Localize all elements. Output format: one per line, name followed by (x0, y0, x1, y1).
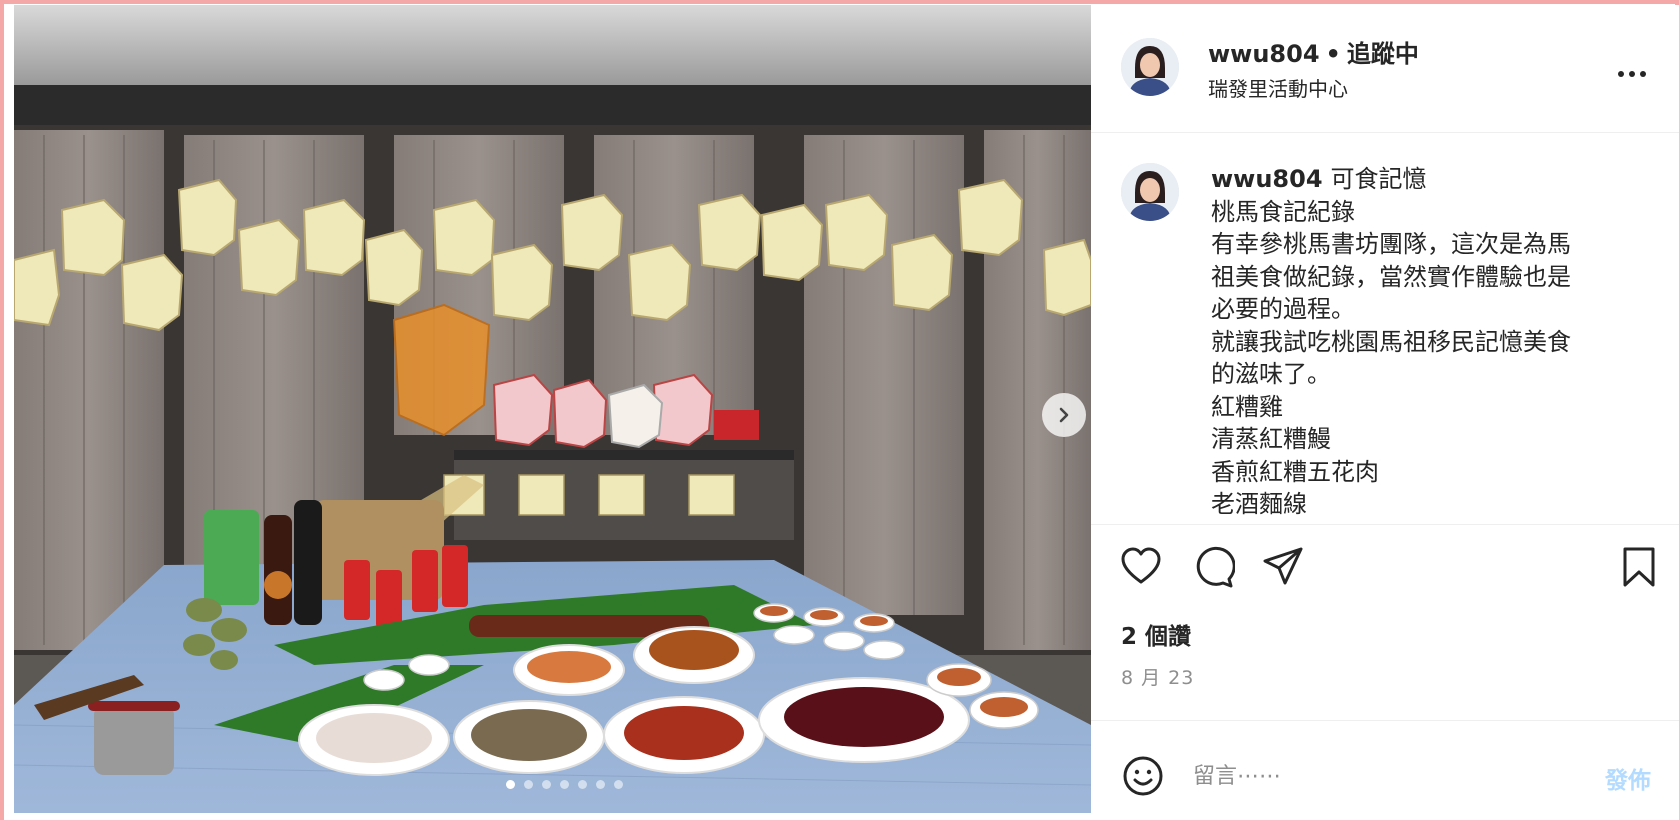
caption-line: 老酒麵線 (1211, 490, 1307, 518)
carousel-dot (542, 780, 551, 789)
heart-icon (1121, 547, 1161, 584)
carousel-dot (524, 780, 533, 789)
caption-line: 紅糟雞 (1211, 392, 1283, 421)
caption-line: 就讓我試吃桃園馬祖移民記憶美食 (1211, 327, 1571, 356)
likes-count[interactable]: 2 個讚 (1121, 617, 1191, 651)
caption-line: 香煎紅糟五花肉 (1211, 457, 1379, 486)
caption-first-line: wwu804 可食記憶 (1211, 163, 1631, 196)
carousel-dot (614, 780, 623, 789)
follow-status-button[interactable]: 追蹤中 (1347, 40, 1419, 68)
more-options-button[interactable] (1617, 55, 1647, 85)
smiley-icon (1123, 756, 1163, 796)
carousel-dot (596, 780, 605, 789)
carousel-dot (560, 780, 569, 789)
avatar-image (1121, 38, 1179, 96)
post-date: 8 月 23 (1121, 667, 1195, 689)
caption-username[interactable]: wwu804 (1211, 165, 1323, 193)
like-button[interactable] (1119, 545, 1163, 589)
avatar-image (1121, 163, 1179, 221)
next-image-button[interactable] (1042, 393, 1086, 437)
caption-line: 祖美食做紀錄，當然實作體驗也是 (1211, 262, 1571, 291)
save-button[interactable] (1617, 545, 1661, 589)
post-comment-button[interactable]: 發佈 (1605, 761, 1651, 795)
caption-line: 可食記憶 (1330, 165, 1427, 193)
caption-line: 必要的過程。 (1211, 295, 1355, 323)
caption-line: 的滋味了。 (1211, 360, 1331, 388)
emoji-button[interactable] (1121, 754, 1165, 798)
action-bar (1091, 545, 1679, 595)
avatar[interactable] (1121, 163, 1179, 221)
comment-icon (1196, 546, 1236, 588)
share-icon (1263, 547, 1303, 585)
separator-dot: • (1325, 40, 1341, 68)
chevron-right-icon (1059, 407, 1069, 423)
username-link[interactable]: wwu804 (1208, 40, 1320, 68)
caption-line: 桃馬食記紀錄 (1211, 197, 1355, 226)
caption-text: wwu804 可食記憶 桃馬食記紀錄 有幸參桃馬書坊團隊，這次是為馬 祖美食做紀錄… (1211, 163, 1631, 521)
more-horizontal-icon (1618, 71, 1646, 77)
caption-line: 清蒸紅糟鰻 (1211, 425, 1331, 453)
comment-button[interactable] (1191, 545, 1236, 589)
post-sidebar: wwu804 • 追蹤中 瑞發里活動中心 wwu804 可食記憶 桃馬食記紀錄 有幸參… (1091, 5, 1679, 820)
carousel-dot (578, 780, 587, 789)
post-image[interactable] (14, 5, 1091, 813)
caption-area: wwu804 可食記憶 桃馬食記紀錄 有幸參桃馬書坊團隊，這次是為馬 祖美食做紀錄… (1091, 133, 1679, 525)
carousel-dot (506, 780, 515, 789)
comment-bar: 發佈 (1091, 720, 1679, 820)
avatar[interactable] (1121, 38, 1179, 96)
share-button[interactable] (1261, 545, 1305, 589)
location-link[interactable]: 瑞發里活動中心 (1208, 73, 1348, 102)
bookmark-icon (1623, 547, 1655, 587)
photo-illustration (14, 5, 1091, 813)
post-header: wwu804 • 追蹤中 瑞發里活動中心 (1091, 5, 1679, 133)
comment-input[interactable] (1193, 759, 1573, 793)
caption-line: 有幸參桃馬書坊團隊，這次是為馬 (1211, 230, 1571, 258)
carousel-indicators (506, 780, 623, 789)
header-user-line: wwu804 • 追蹤中 (1208, 34, 1419, 69)
